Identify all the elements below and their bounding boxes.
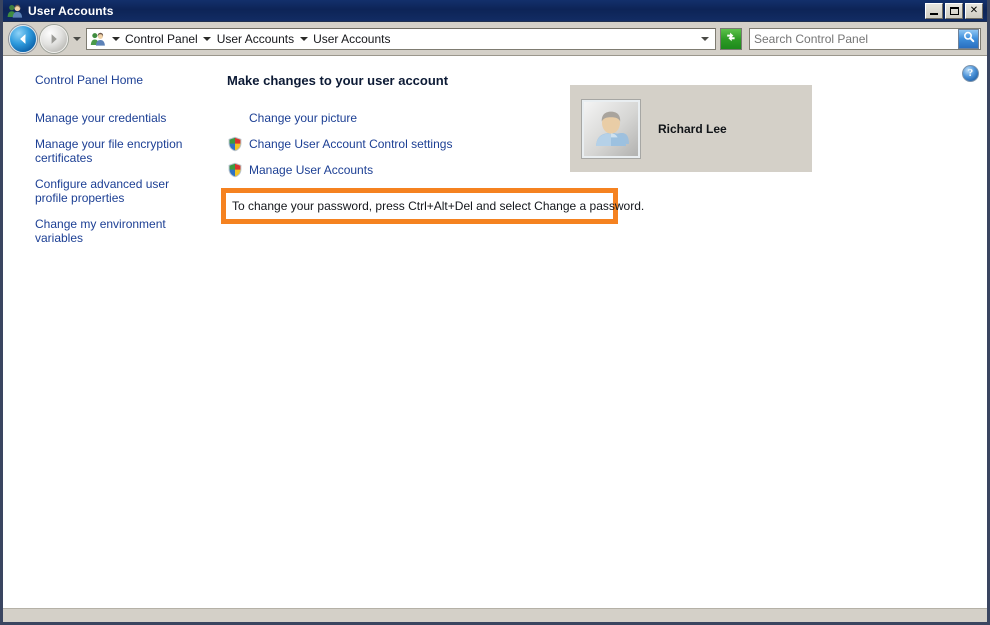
- breadcrumb: Control Panel User Accounts User Account…: [109, 31, 697, 47]
- sidebar-item-environment-variables[interactable]: Change my environment variables: [35, 217, 205, 245]
- breadcrumb-separator-icon[interactable]: [201, 36, 214, 41]
- link-change-uac-settings[interactable]: Change User Account Control settings: [249, 137, 452, 151]
- caption-buttons: ✕: [925, 2, 985, 19]
- breadcrumb-item-user-accounts-current[interactable]: User Accounts: [310, 31, 393, 47]
- breadcrumb-separator-icon[interactable]: [109, 36, 122, 41]
- account-panel: Richard Lee: [570, 85, 812, 172]
- link-manage-user-accounts[interactable]: Manage User Accounts: [249, 163, 373, 177]
- uac-shield-icon: [227, 162, 243, 178]
- breadcrumb-separator-icon[interactable]: [297, 36, 310, 41]
- user-accounts-window: User Accounts ✕ Control Panel User Accou…: [0, 0, 990, 625]
- address-dropdown-button[interactable]: [697, 29, 713, 49]
- address-bar[interactable]: Control Panel User Accounts User Account…: [86, 27, 716, 50]
- close-button[interactable]: ✕: [965, 2, 983, 19]
- arrow-left-icon: [10, 26, 36, 52]
- navigation-bar: Control Panel User Accounts User Account…: [3, 22, 987, 56]
- user-avatar-icon: [581, 98, 641, 159]
- help-icon: ?: [967, 67, 974, 79]
- password-notice: To change your password, press Ctrl+Alt+…: [226, 193, 644, 219]
- sidebar-item-manage-credentials[interactable]: Manage your credentials: [35, 111, 205, 125]
- arrow-right-icon: [41, 26, 67, 52]
- search-input[interactable]: [750, 29, 958, 48]
- search-button[interactable]: [958, 28, 979, 49]
- content-area: Control Panel Home Manage your credentia…: [3, 56, 987, 608]
- window-title: User Accounts: [28, 3, 114, 18]
- password-notice-text: To change your password, press Ctrl+Alt+…: [232, 199, 645, 213]
- users-icon: [7, 3, 23, 19]
- search-icon: [962, 30, 976, 47]
- sidebar-item-file-encryption-certificates[interactable]: Manage your file encryption certificates: [35, 137, 205, 165]
- uac-shield-icon: [227, 136, 243, 152]
- password-notice-highlight: To change your password, press Ctrl+Alt+…: [221, 188, 644, 224]
- forward-button[interactable]: [40, 24, 68, 53]
- title-bar[interactable]: User Accounts ✕: [3, 0, 987, 22]
- address-users-icon: [90, 31, 106, 47]
- sidebar-item-control-panel-home[interactable]: Control Panel Home: [35, 73, 205, 87]
- minimize-button[interactable]: [925, 2, 943, 19]
- status-bar: [3, 608, 987, 622]
- search-box[interactable]: [749, 27, 981, 50]
- refresh-button[interactable]: [720, 27, 742, 50]
- maximize-button[interactable]: [945, 2, 963, 19]
- account-name: Richard Lee: [658, 121, 727, 136]
- refresh-icon: [724, 30, 738, 47]
- close-icon: ✕: [969, 4, 979, 16]
- sidebar-item-advanced-user-profile[interactable]: Configure advanced user profile properti…: [35, 177, 205, 205]
- breadcrumb-item-control-panel[interactable]: Control Panel: [122, 31, 201, 47]
- recent-pages-button[interactable]: [71, 26, 83, 52]
- help-button[interactable]: ?: [962, 65, 979, 82]
- sidebar: Control Panel Home Manage your credentia…: [3, 57, 218, 608]
- chevron-down-icon: [73, 36, 81, 41]
- link-change-your-picture[interactable]: Change your picture: [249, 111, 357, 125]
- back-button[interactable]: [9, 24, 37, 53]
- chevron-down-icon: [701, 36, 709, 41]
- main-pane: ? Make changes to your user account Chan…: [218, 57, 987, 608]
- breadcrumb-item-user-accounts[interactable]: User Accounts: [214, 31, 297, 47]
